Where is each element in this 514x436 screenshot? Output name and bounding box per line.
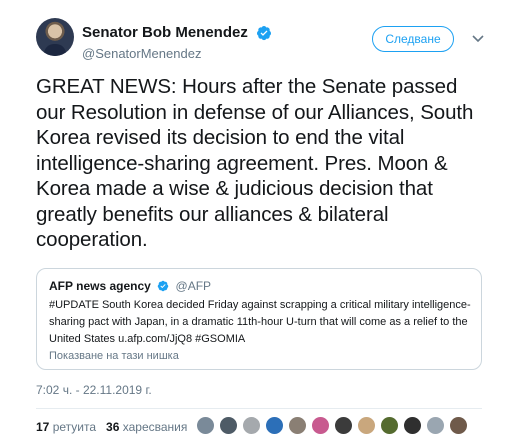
retweets-stat[interactable]: 17 ретуита (36, 420, 96, 434)
quoted-text: #UPDATE South Korea decided Friday again… (49, 299, 471, 345)
quoted-author-name: AFP news agency (49, 279, 151, 293)
quoted-verified-badge-icon (157, 280, 169, 292)
show-thread-link[interactable]: Показване на тази нишка (49, 350, 469, 362)
liker-avatar[interactable] (449, 416, 468, 435)
retweets-count: 17 (36, 420, 50, 434)
tweet-header: Senator Bob Menendez @SenatorMenendez Сл… (36, 18, 496, 64)
liker-avatar[interactable] (403, 416, 422, 435)
tweet-timestamp[interactable]: 7:02 ч. - 22.11.2019 г. (36, 383, 152, 397)
likes-label: харесвания (122, 420, 188, 434)
quoted-header: AFP news agency @AFP (49, 279, 469, 293)
liker-avatar[interactable] (357, 416, 376, 435)
quoted-author-handle: @AFP (175, 279, 212, 293)
liker-avatar[interactable] (242, 416, 261, 435)
liker-avatar[interactable] (380, 416, 399, 435)
liker-avatar[interactable] (196, 416, 215, 435)
liker-avatar[interactable] (288, 416, 307, 435)
liker-avatar[interactable] (334, 416, 353, 435)
chevron-down-icon[interactable] (470, 30, 486, 46)
likes-count: 36 (106, 420, 120, 434)
liker-avatar[interactable] (265, 416, 284, 435)
liker-avatar[interactable] (219, 416, 238, 435)
author-display-name[interactable]: Senator Bob Menendez (82, 24, 248, 41)
liker-avatar[interactable] (426, 416, 445, 435)
likes-stat[interactable]: 36 харесвания (106, 420, 187, 434)
divider (36, 408, 482, 409)
follow-button[interactable]: Следване (372, 26, 454, 52)
quoted-tweet[interactable]: AFP news agency @AFP #UPDATE South Korea… (36, 268, 482, 370)
author-name-block: Senator Bob Menendez @SenatorMenendez (82, 24, 272, 61)
tweet-stats: 17 ретуита 36 харесвания (36, 420, 187, 434)
tweet-text: GREAT NEWS: Hours after the Senate passe… (36, 75, 474, 251)
verified-badge-icon (257, 25, 272, 40)
author-handle[interactable]: @SenatorMenendez (82, 46, 272, 61)
retweets-label: ретуита (52, 420, 97, 434)
liker-avatar[interactable] (311, 416, 330, 435)
author-avatar[interactable] (36, 18, 74, 56)
